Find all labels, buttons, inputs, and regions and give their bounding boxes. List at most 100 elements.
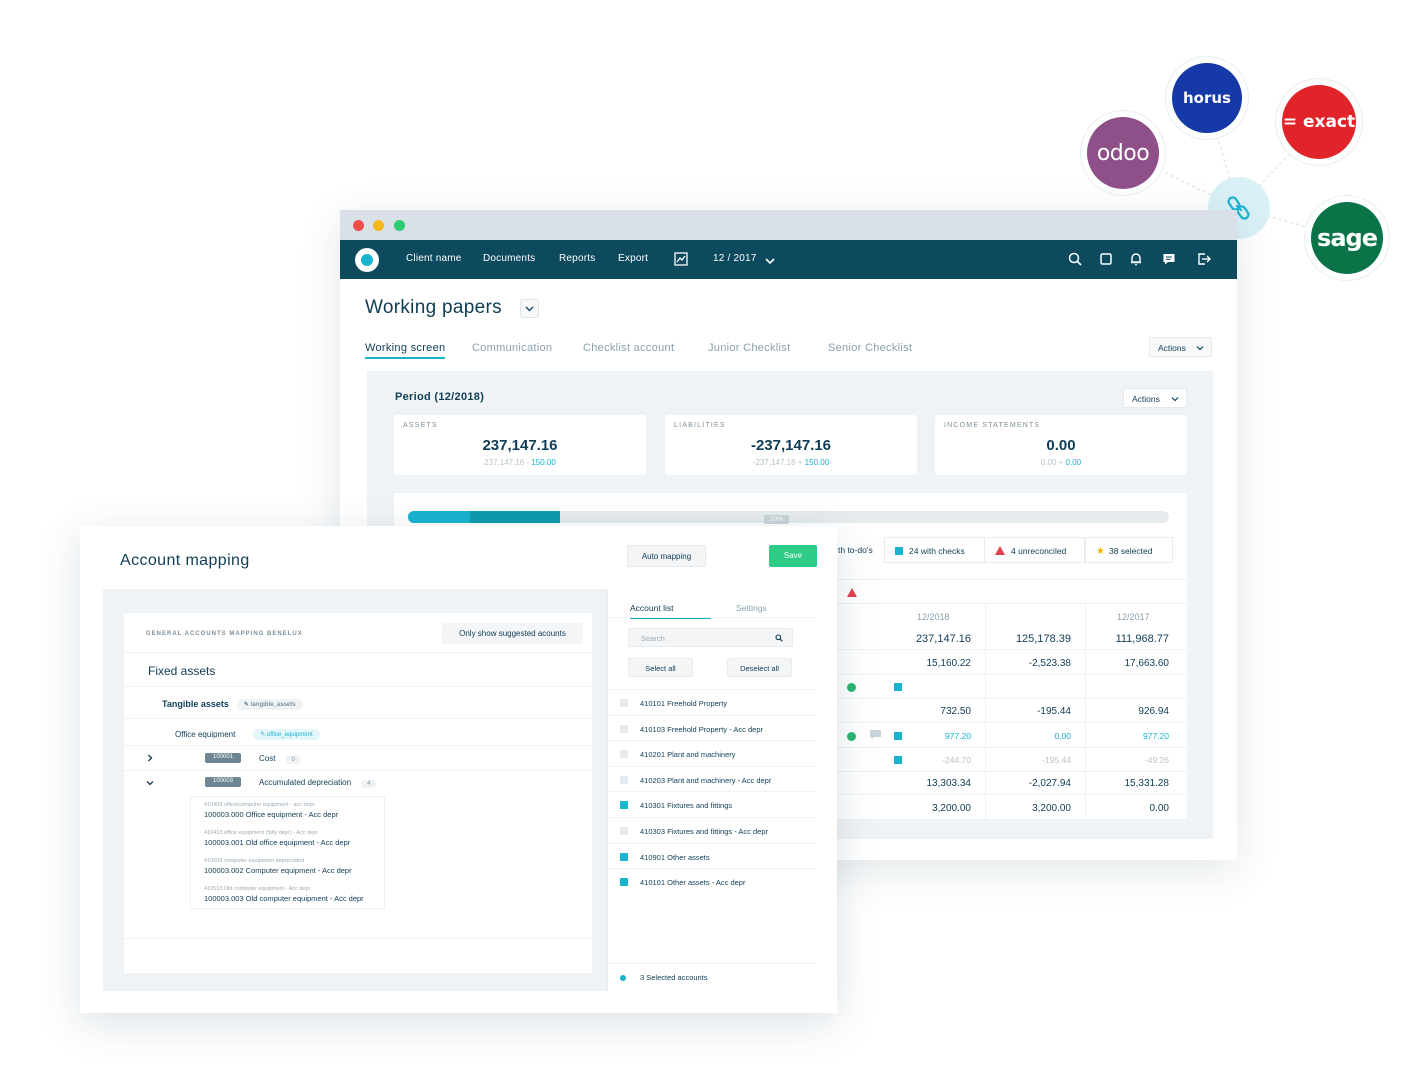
suggested-accounts-button[interactable]: Only show suggested acounts (442, 623, 583, 644)
tab-communication[interactable]: Communication (472, 342, 552, 354)
auto-mapping-button[interactable]: Auto mapping (627, 545, 706, 567)
tab-senior-checklist[interactable]: Senior Checklist (828, 342, 912, 354)
filter-with-checks[interactable]: 24 with checks (884, 537, 985, 563)
actions-button[interactable]: Actions (1149, 337, 1212, 357)
balance-cell: 237,147.16 (915, 633, 971, 645)
comment-icon[interactable] (869, 729, 882, 741)
mapped-account[interactable]: 410503 computer equipment depreciated 100… (204, 858, 352, 875)
selected-accounts-count: 3 Selected accounts (640, 973, 708, 982)
minimize-dot[interactable] (373, 220, 384, 231)
account-list-item[interactable]: 410301 Fixtures and fittings (608, 791, 816, 817)
category-office-equipment[interactable]: Office equipment ✎ office_equipment (175, 729, 320, 740)
chevron-right-icon[interactable] (146, 754, 154, 762)
odoo-logo: odoo (1087, 117, 1159, 189)
mapped-account[interactable]: 410513 Old computer equipment - Acc depr… (204, 886, 364, 903)
warning-triangle-icon (995, 546, 1005, 555)
node-cost[interactable]: Cost 0 (259, 754, 301, 764)
group-fixed-assets[interactable]: Fixed assets (148, 664, 215, 678)
filter-unreconciled[interactable]: 4 unreconciled (984, 537, 1085, 563)
assets-sub: 237,147.16 - 150.00 (484, 458, 556, 467)
square-icon[interactable] (1098, 251, 1114, 267)
account-checkbox[interactable] (620, 852, 628, 861)
node-accumulated-depreciation[interactable]: Accumulated depreciation 4 (259, 778, 377, 788)
balance-cell: 3,200.00 (1032, 803, 1071, 814)
balance-cell: -195.44 (1042, 755, 1071, 765)
nav-documents[interactable]: Documents (483, 253, 535, 264)
income-statements-value: 0.00 (1046, 437, 1076, 454)
account-search-input[interactable]: Search (628, 628, 793, 647)
account-label: 410901 Other assets (640, 852, 710, 862)
period-actions-button[interactable]: Actions (1123, 388, 1187, 408)
account-list-item[interactable]: 410103 Freehold Property - Acc depr (608, 714, 816, 741)
balance-cell: 732.50 (940, 706, 971, 717)
account-checkbox[interactable] (620, 750, 628, 759)
chevron-down-icon[interactable] (762, 253, 778, 269)
tree-header: GENERAL ACCOUNTS MAPPING BENELUX (146, 631, 303, 637)
star-icon: ★ (1096, 546, 1105, 557)
account-checkbox[interactable] (620, 827, 628, 835)
account-checkbox[interactable] (620, 878, 628, 887)
balance-cell: 926.94 (1138, 706, 1169, 717)
progress-label: 20% (764, 515, 790, 524)
office-equipment-tag: ✎ office_equipment (253, 729, 320, 740)
chart-icon[interactable] (673, 251, 689, 267)
assets-card[interactable]: ASSETS 237,147.16 237,147.16 - 150.00 (394, 415, 646, 475)
page-title: Working papers (365, 297, 502, 318)
mapped-account[interactable]: 410413 office equipment (fully depr) - A… (204, 830, 350, 847)
tab-checklist-account[interactable]: Checklist account (583, 342, 674, 354)
actions-label: Actions (1158, 343, 1186, 353)
progress-fill (408, 511, 561, 523)
close-dot[interactable] (353, 220, 364, 231)
balance-cell: 977.20 (1143, 731, 1169, 741)
chat-icon[interactable] (1161, 251, 1177, 267)
balance-cell: -244.70 (942, 755, 971, 765)
account-checkbox[interactable] (620, 724, 628, 733)
chevron-down-icon (525, 306, 534, 312)
filter-todos[interactable]: th to-do's (834, 537, 886, 563)
filter-selected[interactable]: ★ 38 selected (1085, 537, 1173, 563)
bell-icon[interactable] (1128, 251, 1144, 267)
account-mapping-title: Account mapping (120, 552, 250, 569)
maximize-dot[interactable] (394, 220, 405, 231)
account-label: 410101 Freehold Property (640, 699, 728, 708)
account-list-item[interactable]: 410901 Other assets (608, 842, 816, 869)
mapped-account[interactable]: 410403 office/computer equipment - acc d… (204, 802, 338, 819)
horus-logo: horus (1172, 63, 1242, 133)
app-logo[interactable] (355, 248, 379, 272)
liabilities-card[interactable]: LIABILITIES -237,147.16 -237,147.16 + 15… (665, 415, 917, 475)
chevron-down-icon[interactable] (146, 779, 154, 787)
tab-junior-checklist[interactable]: Junior Checklist (708, 342, 790, 354)
nav-reports[interactable]: Reports (559, 253, 595, 264)
balance-cell: 977.20 (945, 731, 971, 741)
account-list-item[interactable]: 410101 Freehold Property (608, 689, 816, 715)
save-button[interactable]: Save (769, 545, 817, 567)
tab-settings[interactable]: Settings (736, 603, 767, 613)
chevron-down-icon (1171, 397, 1179, 402)
balance-cell: -49.26 (1144, 755, 1169, 765)
balance-cell: 15,331.28 (1124, 778, 1170, 789)
logout-icon[interactable] (1196, 251, 1212, 267)
title-dropdown[interactable] (520, 299, 539, 318)
tab-working-screen[interactable]: Working screen (365, 342, 446, 359)
top-navigation: Client name Documents Reports Export 12 … (340, 240, 1237, 279)
square-icon (894, 756, 902, 764)
search-icon[interactable] (1067, 251, 1083, 267)
liabilities-sub: -237,147.16 + 150.00 (752, 458, 830, 467)
account-checkbox[interactable] (620, 801, 628, 810)
account-list-item[interactable]: 410203 Plant and machinery - Acc depr (608, 765, 816, 792)
column-header-2017: 12/2017 (1117, 612, 1150, 622)
account-list-item[interactable]: 410303 Fixtures and fittings - Acc depr (608, 817, 816, 843)
deselect-all-button[interactable]: Deselect all (727, 658, 792, 677)
nav-client-name[interactable]: Client name (406, 253, 462, 264)
period-selector[interactable]: 12 / 2017 (713, 253, 757, 264)
balance-cell: 13,303.34 (926, 778, 972, 789)
account-checkbox[interactable] (620, 775, 628, 784)
subgroup-tangible-assets[interactable]: Tangible assets ✎ tangible_assets (162, 699, 303, 710)
account-list-item[interactable]: 410101 Other assets - Acc depr (608, 868, 816, 894)
square-icon (894, 683, 902, 691)
account-checkbox[interactable] (620, 699, 628, 707)
nav-export[interactable]: Export (618, 253, 648, 264)
account-list-item[interactable]: 410201 Plant and machinery (608, 740, 816, 766)
income-statements-card[interactable]: INCOME STATEMENTS 0.00 0.00 + 0.00 (935, 415, 1187, 475)
select-all-button[interactable]: Select all (628, 658, 693, 677)
